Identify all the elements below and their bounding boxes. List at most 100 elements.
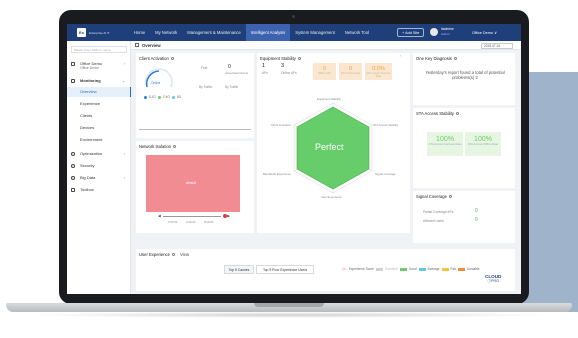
aps-label: APs [262,71,268,75]
laptop-mockup-stage: Ex Enterprise AI IT Home My Network Mana… [0,0,578,338]
building-icon [71,62,75,66]
info-icon[interactable] [453,57,457,61]
sidebar-item-toolbox[interactable]: Toolbox [67,185,131,195]
tile-label: STA Access Success Rate [428,142,462,146]
user-role: Admin [441,32,450,36]
sidebar-item-optimization[interactable]: Optimization › [67,149,131,159]
card-title-text: STA Access Stability [416,111,454,116]
info-icon[interactable] [297,57,301,61]
sidebar-item-big-data[interactable]: Big Data › [67,173,131,183]
sidebar-item-monitoring[interactable]: Monitoring ⌄ [67,76,131,86]
legend-swatch [375,267,383,271]
nav-system-management[interactable]: System Management [290,24,340,41]
chevron-right-icon: › [123,152,125,156]
online-aps-value: 3 [281,63,285,69]
legend-swatch [458,267,465,271]
info-icon[interactable] [455,112,459,116]
legend-label: Excellent [384,267,398,271]
sidebar-item-experience[interactable]: Experience [67,99,131,109]
sidebar-item-devices[interactable]: Devices [67,123,131,133]
info-icon[interactable] [171,253,175,257]
view-selector[interactable]: View [180,252,189,257]
sidebar: Please enter SSID or name Office Demo Of… [67,41,131,294]
affected-users-label: Affected Users [423,219,444,223]
sidebar-item-overview[interactable]: Overview [67,87,131,97]
legend-label: Good [408,267,417,271]
associated-label: Associated Clients [225,71,249,75]
legend-label: Unstable [467,267,480,271]
app-logo[interactable]: Ex [77,28,86,37]
offline-aps-tile: 0 Offline APs [313,63,336,80]
card-title: STA Access Stability [416,111,459,116]
radar-axis-label: User Experience [321,195,342,199]
sidebar-item-label: Optimization [80,151,103,156]
legend-label: Average [427,267,440,271]
card-title: Client Activation [139,56,174,61]
toolbox-icon [71,188,75,192]
slider-track[interactable] [162,215,222,217]
sidebar-search-input[interactable]: Please enter SSID or name [71,46,127,53]
user-name[interactable]: itadmine [441,27,454,32]
diagnosis-summary[interactable]: Yesterday's report found a total of pote… [417,70,513,80]
top-navigation-bar: Ex Enterprise AI IT Home My Network Mana… [67,24,521,41]
nav-home[interactable]: Home [129,24,150,41]
cloud-pro-badge: CLOUD ⓘPRO [485,274,501,284]
signal-coverage-card: Signal Coverage Partial Coverage APs 0 A… [413,191,515,243]
experience-radar-chart [293,102,373,194]
sta-offline-rate-tile: 100% STA Access Offline Rate [465,132,501,156]
legend-label: 2.4G [162,95,170,99]
user-avatar[interactable] [430,28,438,36]
legend-swatch [441,267,449,271]
time-slider[interactable]: ◀ ▶ [158,214,230,218]
first-value: 0 [228,64,231,70]
main-header: Overview 2019-07-01 [131,41,521,50]
sidebar-org-switcher[interactable]: Office Demo Office Demo › [71,61,127,73]
sidebar-item-label: Environment [80,137,103,142]
sidebar-item-label: Experience [80,101,101,106]
card-title-text: Client Activation [139,56,169,61]
nav-intelligent-analysis[interactable]: Intelligent Analysis [245,24,291,41]
sta-access-stability-card: STA Access Stability 100% STA Access Succ… [413,108,515,188]
sidebar-item-label: Clients [80,113,93,118]
tile-label: APs Online Rate [340,72,361,75]
sidebar-item-label: Devices [80,125,95,130]
date-picker[interactable]: 2019-07-01 [481,43,513,49]
time-tick: 0:00:00 [168,220,178,224]
slider-left-icon[interactable]: ◀ [158,214,161,218]
chevron-right-icon: › [123,62,125,66]
tile-label: STA Access Offline Rate [467,142,499,146]
card-title-text: User Experience [139,252,170,257]
nav-my-network[interactable]: My Network [150,24,182,41]
radar-center-label: Perfect [315,142,344,152]
radar-axis-label: Client Activation [271,123,291,127]
nav-network-tool[interactable]: Network Tool [340,24,374,41]
affected-users-value: 0 [475,217,478,223]
grid-icon [135,43,139,47]
org-selector[interactable]: Office Demo ∨ [472,30,497,35]
radar-axis-label: STA Access Stability [373,123,399,127]
info-icon[interactable] [173,145,177,149]
sidebar-item-environment[interactable]: Environment [67,135,131,145]
sidebar-item-security[interactable]: Security [67,161,131,171]
app-screen: Ex Enterprise AI IT Home My Network Mana… [67,24,521,294]
tab-top-5-causes[interactable]: Top 5 Causes [224,265,254,274]
sidebar-item-clients[interactable]: Clients [67,111,131,121]
legend-dot [144,95,147,99]
tab-top-5-poor-users[interactable]: Top 5 Poor Experience Users [256,265,314,274]
slider-right-icon[interactable]: ▶ [227,214,230,218]
info-icon[interactable] [448,195,452,199]
info-icon[interactable] [170,57,174,61]
partial-coverage-label: Partial Coverage APs [423,210,454,214]
aps-online-rate-tile: 0 APs Online Rate [339,63,362,80]
nav-management-maintenance[interactable]: Management & Maintenance [182,24,246,41]
online-aps-label: Online APs [281,71,297,75]
tile-label: APs Lowest Success Rate [366,72,391,78]
add-site-button[interactable]: + Add Site [397,28,425,37]
online-gauge [145,68,173,88]
collapse-icon[interactable]: ⌃ [399,55,402,59]
card-title: Equipment Stability [260,56,301,61]
equipment-stability-card: Equipment Stability ⌃ 1 APs 3 Online APs… [257,53,410,233]
legend-label: Fair [450,267,457,271]
cloud-badge-line2: ⓘPRO [487,279,499,283]
by-traffic-label-2: By Traffic [225,85,239,89]
